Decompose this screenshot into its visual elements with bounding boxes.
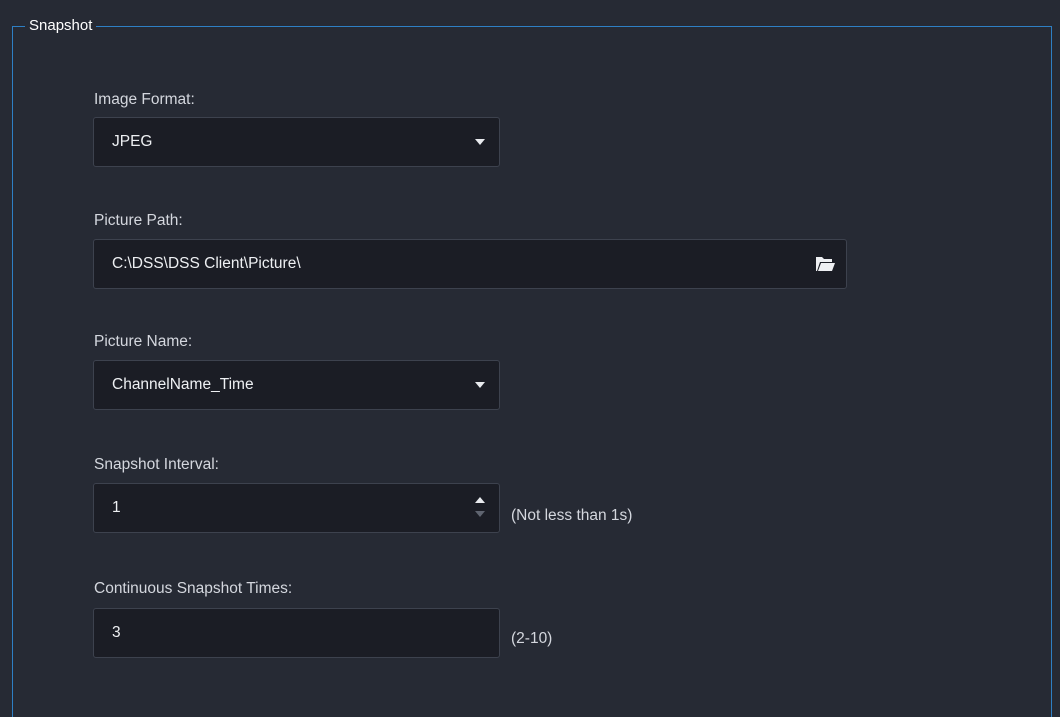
chevron-down-icon[interactable] <box>475 382 485 388</box>
continuous-times-label: Continuous Snapshot Times: <box>94 580 293 597</box>
chevron-down-icon[interactable] <box>475 139 485 145</box>
picture-path-value: C:\DSS\DSS Client\Picture\ <box>112 255 301 272</box>
picture-path-label: Picture Path: <box>94 212 183 229</box>
folder-open-icon[interactable] <box>814 254 836 274</box>
continuous-times-input[interactable]: 3 <box>93 608 500 658</box>
snapshot-interval-label: Snapshot Interval: <box>94 456 219 473</box>
spin-down-icon[interactable] <box>475 511 485 517</box>
continuous-times-value: 3 <box>112 624 121 641</box>
spin-up-icon[interactable] <box>475 497 485 503</box>
snapshot-interval-hint: (Not less than 1s) <box>511 507 633 524</box>
snapshot-interval-spinbox[interactable]: 1 <box>93 483 500 533</box>
image-format-label: Image Format: <box>94 91 195 108</box>
snapshot-group-title: Snapshot <box>25 18 97 34</box>
image-format-dropdown[interactable]: JPEG <box>93 117 500 167</box>
image-format-value: JPEG <box>112 133 153 150</box>
snapshot-interval-value: 1 <box>112 499 121 516</box>
picture-path-field[interactable]: C:\DSS\DSS Client\Picture\ <box>93 239 847 289</box>
picture-name-dropdown[interactable]: ChannelName_Time <box>93 360 500 410</box>
continuous-times-hint: (2-10) <box>511 630 553 647</box>
picture-name-label: Picture Name: <box>94 333 193 350</box>
picture-name-value: ChannelName_Time <box>112 376 254 393</box>
